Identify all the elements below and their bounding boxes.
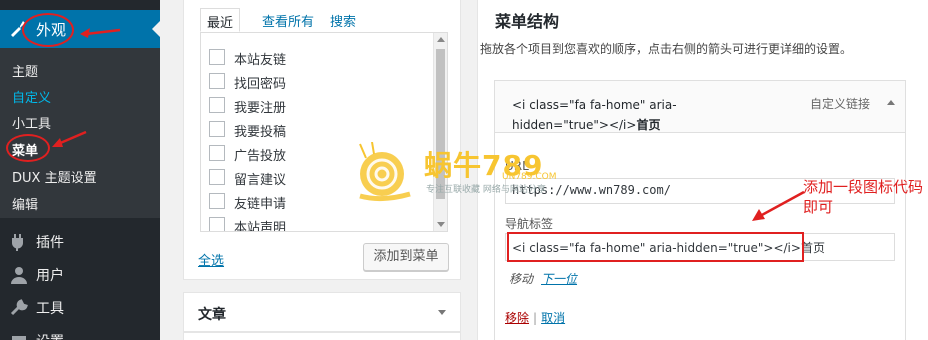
- admin-sidebar: 外观 主题 自定义 小工具 菜单 DUX 主题设置 编辑 插件 用户 工具 设置: [0, 0, 160, 340]
- actions-separator: |: [533, 311, 538, 325]
- wrench-icon: [10, 299, 28, 316]
- pages-list: 本站友链 找回密码 我要注册 我要投稿 广告投放 留言建议 友链申请 本站声明: [200, 32, 448, 232]
- move-row: 移动 下一位: [509, 270, 577, 287]
- menu-item-type: 自定义链接: [810, 97, 871, 111]
- tab-search[interactable]: 搜索: [324, 8, 362, 32]
- checkbox[interactable]: [209, 49, 225, 65]
- scroll-down-icon[interactable]: [437, 222, 445, 227]
- checkbox[interactable]: [209, 121, 225, 137]
- menu-item-header[interactable]: <i class="fa fa-home" aria-hidden="true"…: [495, 81, 905, 133]
- annotation-arrow-menus: [52, 130, 87, 147]
- pages-metabox: 最近 查看所有 搜索 本站友链 找回密码 我要注册 我要投稿 广告投放 留言建议…: [183, 0, 461, 280]
- user-icon: [11, 267, 27, 284]
- checkbox[interactable]: [209, 217, 225, 231]
- menu-settings-label: 设置: [36, 334, 64, 340]
- add-to-menu-button[interactable]: 添加到菜单: [363, 243, 449, 271]
- move-down-link[interactable]: 下一位: [541, 272, 577, 286]
- menu-settings[interactable]: 设置: [0, 325, 160, 340]
- posts-title: 文章: [198, 307, 226, 323]
- menu-structure-description: 拖放各个项目到您喜欢的顺序，点击右侧的箭头可进行更详细的设置。: [480, 42, 853, 56]
- select-all-link[interactable]: 全选: [198, 250, 224, 269]
- submenu-dux-settings[interactable]: DUX 主题设置: [12, 167, 97, 186]
- annotation-text: 添加一段图标代码即可: [803, 178, 924, 216]
- item-actions: 移除 | 取消: [505, 309, 565, 326]
- checkbox[interactable]: [209, 73, 225, 89]
- submenu-themes[interactable]: 主题: [12, 61, 38, 80]
- submenu-widgets[interactable]: 小工具: [12, 113, 51, 132]
- caret-down-icon[interactable]: [438, 310, 446, 315]
- menu-users-label: 用户: [36, 268, 64, 284]
- annotation-arrow-field: [752, 190, 805, 221]
- checkbox[interactable]: [209, 145, 225, 161]
- menu-structure-title: 菜单结构: [495, 12, 560, 31]
- nav-label-label: 导航标签: [505, 217, 554, 231]
- menu-item-title-text: 首页: [636, 118, 661, 132]
- menu-tools-label: 工具: [36, 301, 64, 317]
- menu-item-title: <i class="fa fa-home" aria-hidden="true"…: [512, 95, 712, 135]
- tab-recent[interactable]: 最近: [200, 8, 241, 32]
- menu-tools[interactable]: 工具: [0, 292, 160, 322]
- annotation-highlight-box: [507, 232, 804, 262]
- cancel-link[interactable]: 取消: [541, 311, 565, 325]
- caret-up-icon[interactable]: [887, 100, 895, 105]
- checkbox[interactable]: [209, 169, 225, 185]
- tab-view-all[interactable]: 查看所有: [256, 8, 320, 32]
- snail-logo-icon: [359, 142, 411, 202]
- submenu-editor[interactable]: 编辑: [12, 194, 38, 213]
- watermark-domain: UN789.COM: [502, 172, 557, 182]
- submenu-customize[interactable]: 自定义: [12, 87, 51, 106]
- annotation-arrow-appearance: [80, 28, 121, 38]
- active-notch: [152, 21, 160, 37]
- plug-icon: [12, 234, 23, 251]
- menu-users[interactable]: 用户: [0, 259, 160, 289]
- menu-plugins[interactable]: 插件: [0, 226, 160, 256]
- scroll-up-icon[interactable]: [437, 37, 445, 42]
- checkbox[interactable]: [209, 97, 225, 113]
- annotation-circle-appearance: [22, 13, 74, 47]
- watermark: 蜗牛789 UN789.COM 专注互联收藏 网络与网站分享: [352, 142, 582, 202]
- settings-icon: [12, 336, 26, 340]
- menu-plugins-label: 插件: [36, 235, 64, 251]
- remove-link[interactable]: 移除: [505, 311, 529, 325]
- move-label: 移动: [509, 272, 534, 286]
- annotation-circle-menus: [6, 134, 50, 162]
- next-metabox: [183, 332, 461, 340]
- posts-metabox[interactable]: 文章: [183, 292, 461, 332]
- watermark-tagline: 专注互联收藏 网络与网站分享: [426, 185, 546, 195]
- checkbox[interactable]: [209, 193, 225, 209]
